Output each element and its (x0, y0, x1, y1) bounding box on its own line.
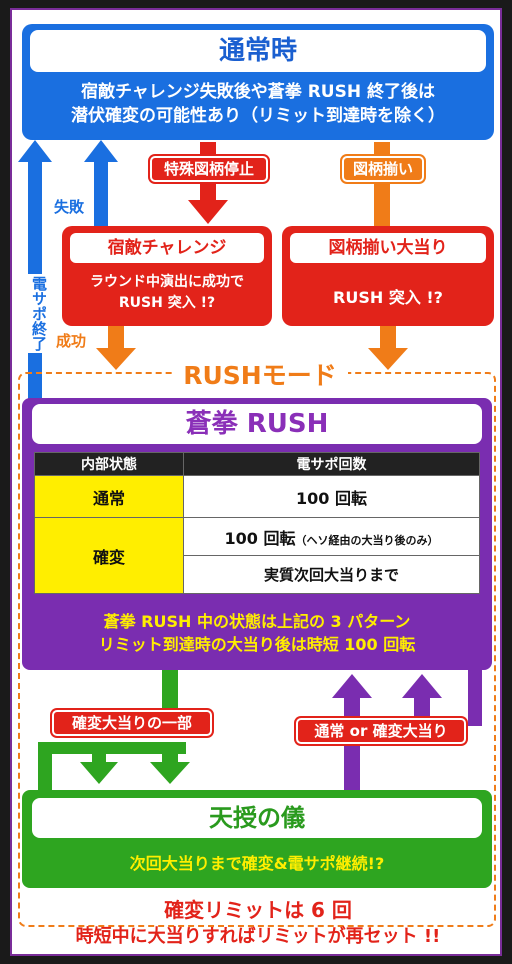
rush-mode-title: RUSHモード (172, 359, 348, 393)
value-kakuhen-1: 100 回転（ヘソ経由の大当り後のみ） (183, 517, 480, 556)
tenju-desc: 次回大当りまで確変&電サポ継続!? (129, 854, 385, 873)
green-arrow-2-shaft (162, 742, 178, 764)
state-kakuhen: 確変 (34, 517, 184, 594)
soken-rush-title: 蒼拳 RUSH (32, 404, 482, 444)
tenju-title: 天授の儀 (32, 798, 482, 838)
jackpot-arrow-shaft (380, 326, 396, 350)
pattern-match-label: 図柄揃い (342, 156, 424, 182)
green-arrow-1-head (80, 762, 118, 784)
soken-rush-foot: 蒼拳 RUSH 中の状態は上記の 3 パターン リミット到達時の大当り後は時短 … (22, 610, 492, 656)
value-kakuhen-2: 実質次回大当りまで (183, 555, 480, 594)
jackpot-box: 図柄揃い大当り RUSH 突入 !? (282, 226, 494, 326)
densapo-end-label: 電サポ終了 (25, 274, 48, 353)
rival-challenge-line1: ラウンド中演出に成功で (90, 274, 244, 290)
densapo-end-arrow-head (18, 140, 52, 162)
value-normal: 100 回転 (183, 475, 480, 518)
fail-arrow-shaft (94, 160, 108, 235)
limit-note: 確変リミットは 6 回 (164, 898, 352, 922)
header-densapo: 電サポ回数 (183, 452, 480, 476)
normal-or-kakuhen-label: 通常 or 確変大当り (296, 718, 466, 744)
rival-challenge-line2: RUSH 突入 !? (118, 295, 216, 311)
tenju-box: 天授の儀 次回大当りまで確変&電サポ継続!? (22, 790, 492, 888)
jackpot-arrow-head (368, 348, 408, 370)
normal-state-box: 通常時 宿敵チャレンジ失敗後や蒼拳 RUSH 終了後は 潜伏確変の可能性あり（リ… (22, 24, 494, 140)
purple-up-arrow-1-head (332, 674, 372, 698)
purple-up-arrow-1-shaft (344, 698, 360, 790)
state-table: 内部状態 電サポ回数 通常 100 回転 確変 100 回転（ヘソ経由の大当り後… (34, 452, 480, 594)
green-down-shaft-main (162, 670, 178, 710)
soken-rush-foot-line2: リミット到達時の大当り後は時短 100 回転 (98, 635, 416, 654)
value-kakuhen-1-note: （ヘソ経由の大当り後のみ） (295, 533, 439, 547)
soken-rush-box: 蒼拳 RUSH 内部状態 電サポ回数 通常 100 回転 確変 100 回転（ヘ… (22, 398, 492, 670)
normal-desc-line1: 宿敵チャレンジ失敗後や蒼拳 RUSH 終了後は (80, 82, 436, 102)
normal-desc-line2: 潜伏確変の可能性あり（リミット到達時を除く） (71, 106, 445, 126)
green-arrow-1-shaft (92, 742, 106, 764)
value-kakuhen-1-main: 100 回転 (224, 528, 296, 548)
normal-state-desc: 宿敵チャレンジ失敗後や蒼拳 RUSH 終了後は 潜伏確変の可能性あり（リミット到… (22, 80, 494, 128)
limit-reset-note: 時短中に大当りすればリミットが再セット !! (75, 926, 441, 947)
success-arrow-shaft (108, 326, 124, 350)
jackpot-title: 図柄揃い大当り (290, 233, 486, 263)
green-left-vertical (38, 742, 52, 792)
state-normal: 通常 (34, 475, 184, 518)
success-label: 成功 (56, 332, 87, 350)
kakuhen-part-label: 確変大当りの一部 (52, 710, 212, 736)
green-arrow-2-head (150, 762, 190, 784)
rival-challenge-desc: ラウンド中演出に成功で RUSH 突入 !? (62, 272, 272, 314)
normal-state-title: 通常時 (30, 30, 486, 72)
header-state: 内部状態 (34, 452, 184, 476)
soken-rush-foot-line1: 蒼拳 RUSH 中の状態は上記の 3 パターン (103, 612, 411, 631)
flow-diagram: 通常時 宿敵チャレンジ失敗後や蒼拳 RUSH 終了後は 潜伏確変の可能性あり（リ… (10, 8, 502, 956)
jackpot-desc: RUSH 突入 !? (333, 288, 443, 307)
right-return-line (468, 670, 482, 726)
fail-label: 失敗 (54, 198, 85, 216)
special-stop-label: 特殊図柄停止 (150, 156, 268, 182)
fail-arrow-head (84, 140, 118, 162)
rival-challenge-box: 宿敵チャレンジ ラウンド中演出に成功で RUSH 突入 !? (62, 226, 272, 326)
success-arrow-head (96, 348, 136, 370)
rival-challenge-title: 宿敵チャレンジ (70, 233, 264, 263)
purple-up-arrow-2-head (402, 674, 442, 698)
special-stop-arrow-head (188, 200, 228, 224)
